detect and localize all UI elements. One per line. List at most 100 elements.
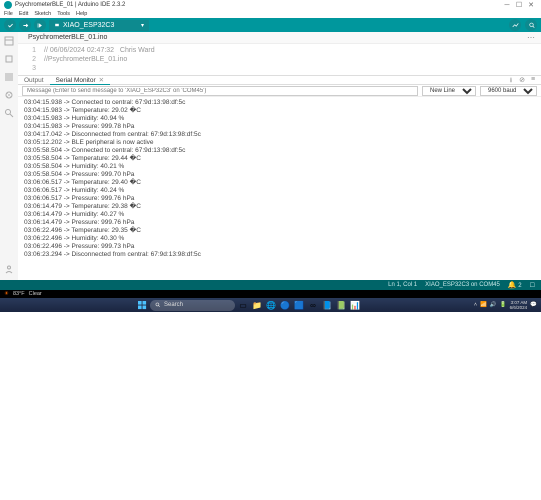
app-icon-1[interactable]: 🔵 [279, 299, 291, 311]
usb-icon [54, 22, 60, 28]
taskbar-clock[interactable]: 3:07 AM 6/6/2024 [510, 300, 528, 310]
task-view-icon[interactable]: ▭ [237, 299, 249, 311]
serial-line: 03:05:58.504 -> Connected to central: 67… [24, 147, 535, 155]
serial-line: 03:06:06.517 -> Humidity: 40.24 % [24, 187, 535, 195]
start-button[interactable] [136, 299, 148, 311]
tab-overflow-button[interactable]: ⋯ [527, 33, 535, 42]
chrome-icon[interactable]: 🌐 [265, 299, 277, 311]
debug-icon[interactable] [4, 90, 14, 100]
weather-label: Clear [29, 291, 42, 297]
code-text: //PsychrometerBLE_01.ino [44, 55, 127, 64]
system-tray[interactable]: ˄ 📶 🔊 🔋 3:07 AM 6/6/2024 💬 [474, 300, 537, 310]
notifications-button[interactable]: 🔔 2 [508, 281, 522, 289]
serial-line: 03:04:15.983 -> Pressure: 999.78 hPa [24, 123, 535, 131]
output-tab[interactable]: Output [18, 77, 50, 84]
serial-line: 03:06:22.496 -> Humidity: 40.30 % [24, 235, 535, 243]
close-button[interactable]: ✕ [525, 1, 537, 9]
menu-edit[interactable]: Edit [19, 11, 28, 17]
serial-line: 03:06:23.294 -> Disconnected from centra… [24, 251, 535, 259]
serial-line: 03:04:15.983 -> Humidity: 40.94 % [24, 115, 535, 123]
chevron-down-icon: ▾ [141, 22, 144, 29]
serial-line: 03:05:58.504 -> Pressure: 999.70 hPa [24, 171, 535, 179]
maximize-button[interactable]: ☐ [513, 1, 525, 9]
serial-line: 03:04:15.938 -> Connected to central: 67… [24, 99, 535, 107]
minimize-button[interactable]: ─ [501, 2, 513, 9]
serial-line: 03:06:22.496 -> Temperature: 29.35 �C [24, 227, 535, 235]
app-icon-2[interactable]: 🟦 [293, 299, 305, 311]
close-panel-button[interactable]: ☐ [530, 282, 535, 289]
serial-line: 03:06:22.496 -> Pressure: 999.73 hPa [24, 243, 535, 251]
search-icon [155, 302, 161, 308]
weather-widget[interactable]: ☀ 83°F Clear [0, 290, 541, 298]
taskbar: Search ▭ 📁 🌐 🔵 🟦 ∞ 📘 📗 📊 ˄ 📶 🔊 🔋 3:07 AM… [0, 298, 541, 312]
code-text: // 06/06/2024 02:47:32 Chris Ward [44, 46, 155, 55]
clear-icon[interactable]: ⊘ [518, 76, 526, 84]
code-editor[interactable]: 1// 06/06/2024 02:47:32 Chris Ward 2//Ps… [18, 44, 541, 75]
toolbar: XIAO_ESP32C3 ▾ [0, 18, 541, 32]
serial-line: 03:06:14.479 -> Pressure: 999.76 hPa [24, 219, 535, 227]
app-icon-4[interactable]: 📗 [335, 299, 347, 311]
excel-icon[interactable]: 📊 [349, 299, 361, 311]
line-number: 3 [24, 64, 44, 73]
serial-input-bar: New Line 9600 baud [18, 85, 541, 97]
account-icon[interactable] [4, 264, 14, 274]
board-selector[interactable]: XIAO_ESP32C3 ▾ [49, 20, 149, 31]
serial-monitor-tab[interactable]: Serial Monitor✕ [50, 76, 111, 85]
tray-chevron-icon[interactable]: ˄ [474, 302, 477, 308]
editor-tabs: PsychrometerBLE_01.ino ⋯ [18, 32, 541, 44]
notifications-icon[interactable]: 💬 [530, 302, 537, 308]
taskbar-search[interactable]: Search [150, 300, 235, 311]
battery-icon[interactable]: 🔋 [500, 302, 507, 308]
search-placeholder: Search [164, 302, 183, 308]
wifi-icon[interactable]: 📶 [480, 302, 487, 308]
status-bar: Ln 1, Col 1 XIAO_ESP32C3 on COM45 🔔 2 ☐ [0, 280, 541, 290]
menu-file[interactable]: File [4, 11, 13, 17]
search-icon[interactable] [4, 108, 14, 118]
debug-button[interactable] [34, 19, 46, 31]
file-tab[interactable]: PsychrometerBLE_01.ino [24, 34, 111, 41]
serial-line: 03:06:06.517 -> Temperature: 29.40 �C [24, 179, 535, 187]
scroll-toggle-icon[interactable]: ⭳ [507, 76, 515, 84]
serial-line: 03:06:14.479 -> Humidity: 40.27 % [24, 211, 535, 219]
bell-icon: 🔔 [508, 282, 517, 289]
title-bar: PsychrometerBLE_01 | Arduino IDE 2.3.2 ─… [0, 0, 541, 10]
volume-icon[interactable]: 🔊 [490, 302, 497, 308]
boards-manager-icon[interactable] [4, 54, 14, 64]
activity-bar [0, 32, 18, 280]
serial-line: 03:06:06.517 -> Pressure: 999.76 hPa [24, 195, 535, 203]
serial-line: 03:05:58.504 -> Humidity: 40.21 % [24, 163, 535, 171]
baud-select[interactable]: 9600 baud [480, 86, 537, 96]
serial-line: 03:04:17.042 -> Disconnected from centra… [24, 131, 535, 139]
weather-temp: 83°F [13, 291, 25, 297]
panel-menu-icon[interactable]: ≡ [529, 76, 537, 84]
upload-button[interactable] [19, 19, 31, 31]
arduino-icon[interactable]: ∞ [307, 299, 319, 311]
serial-line: 03:05:12.202 -> BLE peripheral is now ac… [24, 139, 535, 147]
app-icon [4, 1, 12, 9]
menu-sketch[interactable]: Sketch [34, 11, 51, 17]
serial-monitor-button[interactable] [525, 19, 537, 31]
serial-plotter-button[interactable] [509, 19, 521, 31]
line-number: 1 [24, 46, 44, 55]
bottom-panel-tabs: Output Serial Monitor✕ ⭳ ⊘ ≡ [18, 75, 541, 85]
status-board[interactable]: XIAO_ESP32C3 on COM45 [425, 282, 500, 288]
line-number: 2 [24, 55, 44, 64]
sketchbook-icon[interactable] [4, 36, 14, 46]
menu-help[interactable]: Help [76, 11, 87, 17]
serial-line: 03:06:14.479 -> Temperature: 29.38 �C [24, 203, 535, 211]
window-title: PsychrometerBLE_01 | Arduino IDE 2.3.2 [15, 2, 501, 8]
serial-line: 03:04:15.983 -> Temperature: 29.02 �C [24, 107, 535, 115]
app-icon-3[interactable]: 📘 [321, 299, 333, 311]
explorer-icon[interactable]: 📁 [251, 299, 263, 311]
cursor-position: Ln 1, Col 1 [388, 282, 417, 288]
serial-line: 03:05:58.504 -> Temperature: 29.44 �C [24, 155, 535, 163]
serial-message-input[interactable] [22, 86, 418, 96]
serial-output[interactable]: 03:04:15.938 -> Connected to central: 67… [18, 97, 541, 280]
board-name: XIAO_ESP32C3 [63, 22, 114, 29]
verify-button[interactable] [4, 19, 16, 31]
weather-icon: ☀ [4, 291, 9, 297]
library-manager-icon[interactable] [4, 72, 14, 82]
close-icon[interactable]: ✕ [99, 77, 104, 84]
line-ending-select[interactable]: New Line [422, 86, 476, 96]
menu-tools[interactable]: Tools [57, 11, 70, 17]
